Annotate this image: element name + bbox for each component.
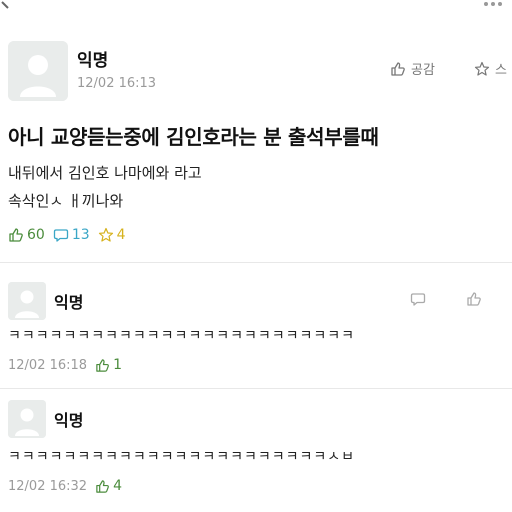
post-title: 아니 교양듣는중에 김인호라는 분 출석부를때 xyxy=(8,125,379,149)
divider xyxy=(0,388,512,389)
comment-author-avatar xyxy=(8,400,46,438)
star-icon xyxy=(98,227,113,242)
post-stats: 60 13 4 xyxy=(8,227,126,243)
comment-meta: 12/02 16:32 4 xyxy=(8,478,122,494)
comment-timestamp: 12/02 16:32 xyxy=(8,478,88,494)
default-profile-icon xyxy=(8,41,68,101)
thumbs-up-icon xyxy=(391,61,405,76)
default-profile-icon xyxy=(8,282,46,320)
comment-author-name: 익명 xyxy=(54,293,84,312)
like-button[interactable]: 공감 xyxy=(390,59,435,78)
divider xyxy=(0,262,512,263)
comment-author-avatar xyxy=(8,282,46,320)
more-icon[interactable] xyxy=(482,0,508,14)
post-author-name: 익명 xyxy=(77,51,109,71)
scrap-label: 스 xyxy=(495,63,507,78)
comment-author-name: 익명 xyxy=(54,411,84,430)
scrap-count: 4 xyxy=(98,227,126,243)
reply-icon[interactable] xyxy=(410,291,426,307)
thumbs-up-icon xyxy=(96,358,109,372)
back-icon[interactable] xyxy=(0,0,20,14)
comment-count: 13 xyxy=(53,227,90,243)
scrap-button[interactable]: 스 xyxy=(474,59,507,78)
default-profile-icon xyxy=(8,400,46,438)
like-count: 60 xyxy=(8,227,45,243)
comment-timestamp: 12/02 16:18 xyxy=(8,357,88,373)
post-body-line: 속삭인ㅅ ㅐ끼나와 xyxy=(8,192,124,210)
comment-meta: 12/02 16:18 1 xyxy=(8,357,122,373)
comment-like-button[interactable] xyxy=(466,291,482,307)
like-label: 공감 xyxy=(411,63,435,78)
post-body-line: 내뒤에서 김인호 나마에와 라고 xyxy=(8,164,202,182)
speech-bubble-icon xyxy=(53,229,68,242)
comment-text: ㅋㅋㅋㅋㅋㅋㅋㅋㅋㅋㅋㅋㅋㅋㅋㅋㅋㅋㅋㅋㅋㅋㅋㅅㅂ xyxy=(8,449,355,465)
post-timestamp: 12/02 16:13 xyxy=(77,76,157,91)
post-author-avatar xyxy=(8,41,68,101)
comment-text: ㅋㅋㅋㅋㅋㅋㅋㅋㅋㅋㅋㅋㅋㅋㅋㅋㅋㅋㅋㅋㅋㅋㅋㅋㅋ xyxy=(8,328,355,344)
star-icon xyxy=(474,61,490,76)
comment-like-count: 4 xyxy=(95,478,122,494)
thumbs-up-icon xyxy=(9,228,23,242)
thumbs-up-icon xyxy=(96,479,109,493)
thumbs-up-icon xyxy=(467,292,481,306)
comment-like-count: 1 xyxy=(95,357,122,373)
